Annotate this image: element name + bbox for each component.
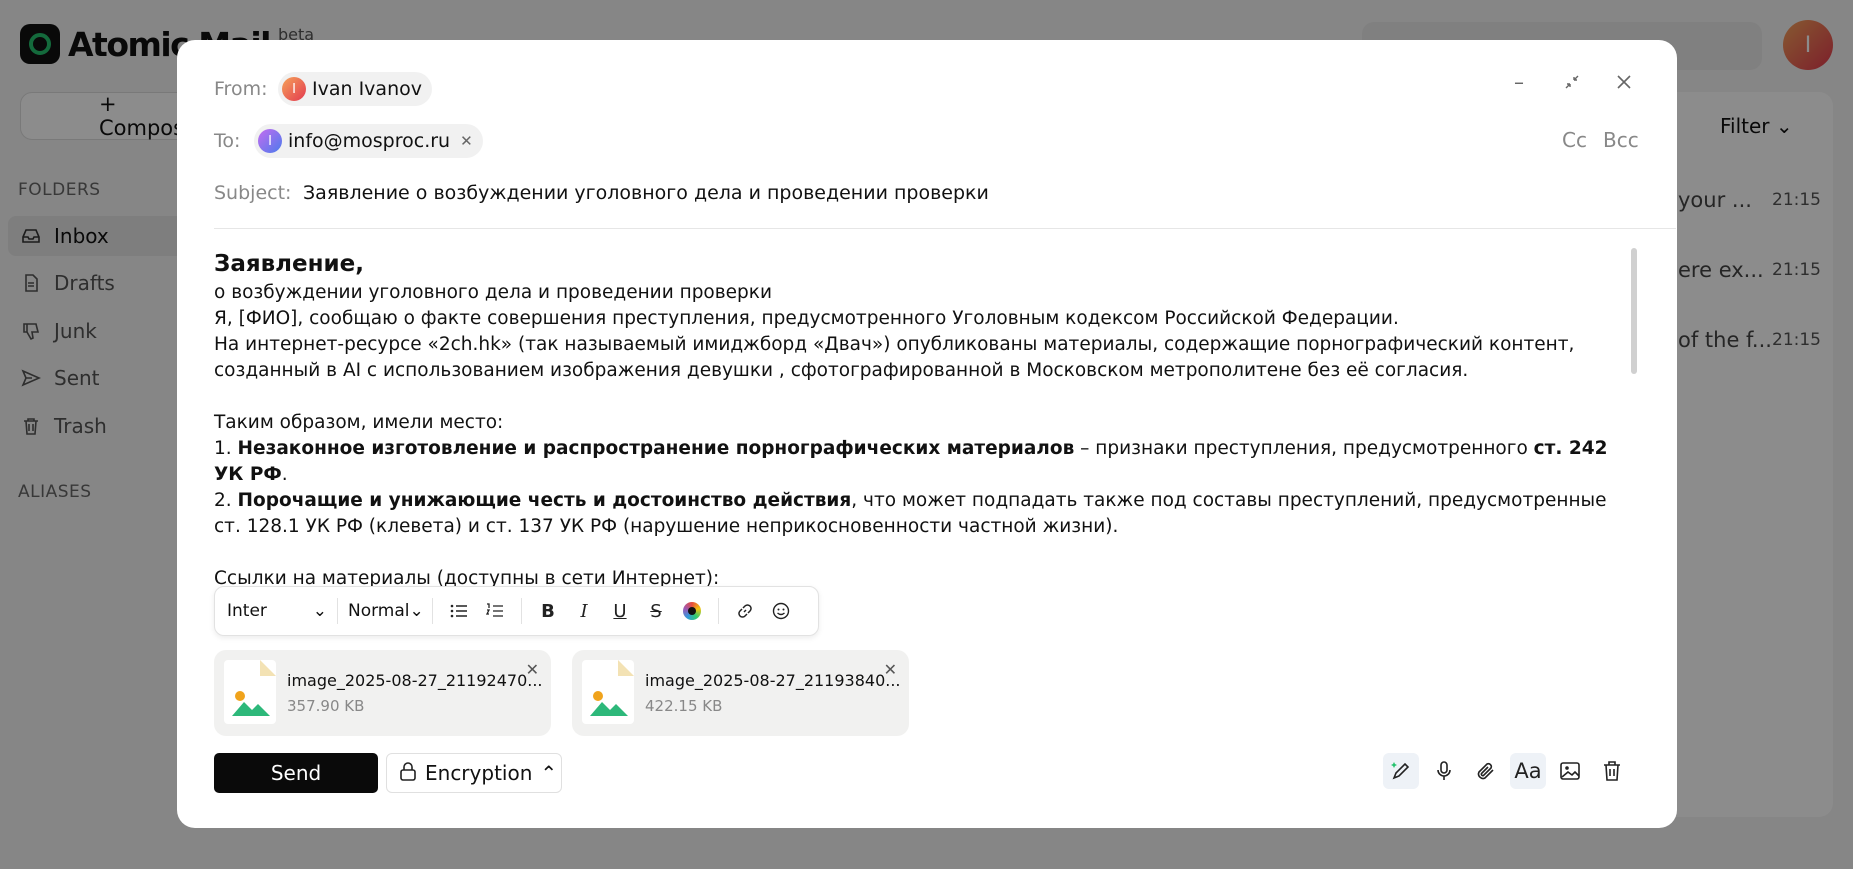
from-chip[interactable]: I Ivan Ivanov bbox=[278, 72, 432, 106]
divider bbox=[718, 598, 719, 624]
bullet-list-icon[interactable] bbox=[443, 595, 475, 627]
bcc-button[interactable]: Bcc bbox=[1603, 128, 1639, 152]
remove-attachment-icon[interactable]: ✕ bbox=[526, 660, 539, 679]
body-paragraph: Таким образом, имели место: bbox=[214, 412, 504, 433]
strikethrough-icon[interactable]: S bbox=[640, 595, 672, 627]
link-icon[interactable] bbox=[729, 595, 761, 627]
discard-trash-icon[interactable] bbox=[1594, 753, 1630, 789]
bold-icon[interactable]: B bbox=[532, 595, 564, 627]
insert-image-icon[interactable] bbox=[1552, 753, 1588, 789]
send-button[interactable]: Send bbox=[214, 753, 378, 793]
numbered-list-icon[interactable] bbox=[479, 595, 511, 627]
body-paragraph: На интернет-ресурсе «2ch.hk» (так называ… bbox=[214, 334, 1575, 381]
italic-icon[interactable]: I bbox=[568, 595, 600, 627]
emoji-icon[interactable] bbox=[765, 595, 797, 627]
formatting-toolbar: Inter ⌄ Normal ⌄ B I U S bbox=[214, 586, 819, 636]
avatar: I bbox=[258, 129, 282, 153]
compose-dialog: From: I Ivan Ivanov To: I info@mosproc.r… bbox=[177, 40, 1677, 828]
text-format-button[interactable]: Aa bbox=[1510, 753, 1546, 789]
attachment-name: image_2025-08-27_21193840... bbox=[645, 671, 901, 690]
to-label: To: bbox=[214, 130, 241, 152]
avatar: I bbox=[282, 77, 306, 101]
font-select[interactable]: Inter ⌄ bbox=[227, 594, 327, 628]
divider bbox=[521, 598, 522, 624]
cc-button[interactable]: Cc bbox=[1562, 128, 1587, 152]
ai-writer-icon[interactable] bbox=[1383, 753, 1419, 789]
body-paragraph: Я, [ФИО], сообщаю о факте совершения пре… bbox=[214, 308, 1399, 329]
remove-recipient-icon[interactable]: ✕ bbox=[460, 132, 473, 150]
chevron-down-icon: ⌄ bbox=[409, 601, 424, 621]
attachment-name: image_2025-08-27_21192470... bbox=[287, 671, 543, 690]
lock-icon bbox=[399, 761, 417, 786]
from-label: From: bbox=[214, 78, 268, 100]
text-style-select[interactable]: Normal ⌄ bbox=[348, 594, 424, 628]
body-list-item: 2. Порочащие и унижающие честь и достоин… bbox=[214, 490, 1607, 537]
from-name: Ivan Ivanov bbox=[312, 78, 422, 100]
collapse-icon[interactable] bbox=[1560, 70, 1584, 94]
attachment-card[interactable]: image_2025-08-27_21193840... 422.15 KB ✕ bbox=[572, 650, 909, 736]
subject-label: Subject: bbox=[214, 182, 292, 204]
scrollbar[interactable] bbox=[1631, 248, 1637, 374]
paperclip-icon[interactable] bbox=[1468, 753, 1504, 789]
minimize-icon[interactable]: – bbox=[1507, 70, 1531, 94]
chevron-up-icon: ⌃ bbox=[540, 761, 558, 785]
remove-attachment-icon[interactable]: ✕ bbox=[884, 660, 897, 679]
divider bbox=[432, 598, 433, 624]
attachment-size: 357.90 KB bbox=[287, 697, 365, 715]
body-list-item: 1. Незаконное изготовление и распростран… bbox=[214, 438, 1608, 485]
attachment-card[interactable]: image_2025-08-27_21192470... 357.90 KB ✕ bbox=[214, 650, 551, 736]
close-icon[interactable] bbox=[1612, 70, 1636, 94]
message-body-editor[interactable]: Заявление, о возбуждении уголовного дела… bbox=[214, 248, 1634, 592]
microphone-icon[interactable] bbox=[1426, 753, 1462, 789]
subject-field[interactable]: Заявление о возбуждении уголовного дела … bbox=[303, 182, 989, 204]
recipient-chip[interactable]: I info@mosproc.ru ✕ bbox=[254, 124, 483, 158]
divider bbox=[337, 598, 338, 624]
divider bbox=[214, 228, 1676, 229]
image-file-icon bbox=[224, 660, 276, 724]
attachment-size: 422.15 KB bbox=[645, 697, 723, 715]
body-heading: Заявление, bbox=[214, 251, 364, 277]
encryption-button[interactable]: Encryption ⌃ bbox=[386, 753, 562, 793]
image-file-icon bbox=[582, 660, 634, 724]
underline-icon[interactable]: U bbox=[604, 595, 636, 627]
chevron-down-icon: ⌄ bbox=[312, 601, 327, 621]
body-paragraph: о возбуждении уголовного дела и проведен… bbox=[214, 282, 772, 303]
text-color-icon[interactable] bbox=[676, 595, 708, 627]
recipient-address: info@mosproc.ru bbox=[288, 130, 451, 152]
